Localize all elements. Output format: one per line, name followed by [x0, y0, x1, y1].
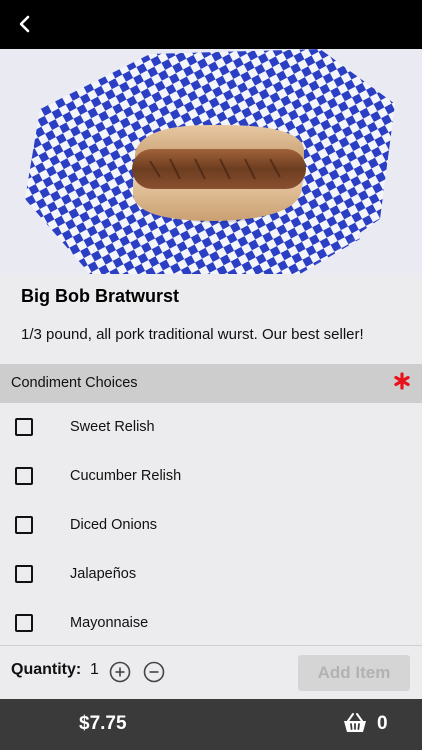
cart-price: $7.75: [79, 713, 127, 734]
condiment-section-header: Condiment Choices: [0, 364, 422, 403]
quantity-label: Quantity:: [11, 661, 82, 678]
option-diced-onions[interactable]: Diced Onions: [0, 501, 422, 550]
cart-bar: $7.75 0: [0, 699, 422, 750]
option-jalapenos[interactable]: Jalapeños: [0, 550, 422, 599]
basket-icon[interactable]: [343, 712, 367, 734]
option-mayonnaise[interactable]: Mayonnaise: [0, 599, 422, 648]
condiment-options-list: Sweet Relish Cucumber Relish Diced Onion…: [0, 403, 422, 648]
back-button[interactable]: [10, 10, 40, 40]
option-label: Mayonnaise: [70, 615, 149, 631]
checkbox[interactable]: [15, 418, 33, 436]
checkbox[interactable]: [15, 467, 33, 485]
option-label: Cucumber Relish: [70, 468, 182, 484]
chevron-left-icon: [19, 15, 30, 33]
quantity-value: 1: [90, 661, 99, 678]
option-sweet-relish[interactable]: Sweet Relish: [0, 403, 422, 452]
asterisk-icon: [394, 372, 410, 390]
add-item-button[interactable]: Add Item: [298, 655, 410, 691]
checkbox[interactable]: [15, 614, 33, 632]
plus-circle-icon[interactable]: [109, 661, 131, 683]
option-cucumber-relish[interactable]: Cucumber Relish: [0, 452, 422, 501]
checkbox[interactable]: [15, 516, 33, 534]
item-title: Big Bob Bratwurst: [21, 286, 180, 306]
option-label: Diced Onions: [70, 517, 158, 533]
cart-count: 0: [377, 713, 388, 734]
top-nav-bar: [0, 0, 422, 49]
section-title: Condiment Choices: [11, 375, 138, 391]
option-label: Jalapeños: [70, 566, 137, 582]
option-label: Sweet Relish: [70, 419, 155, 435]
checkbox[interactable]: [15, 565, 33, 583]
bratwurst-photo: [0, 49, 422, 274]
item-image: [0, 49, 422, 274]
minus-circle-icon[interactable]: [143, 661, 165, 683]
quantity-bar: Quantity: 1 Add Item: [0, 645, 422, 699]
item-description: 1/3 pound, all pork traditional wurst. O…: [21, 326, 364, 343]
